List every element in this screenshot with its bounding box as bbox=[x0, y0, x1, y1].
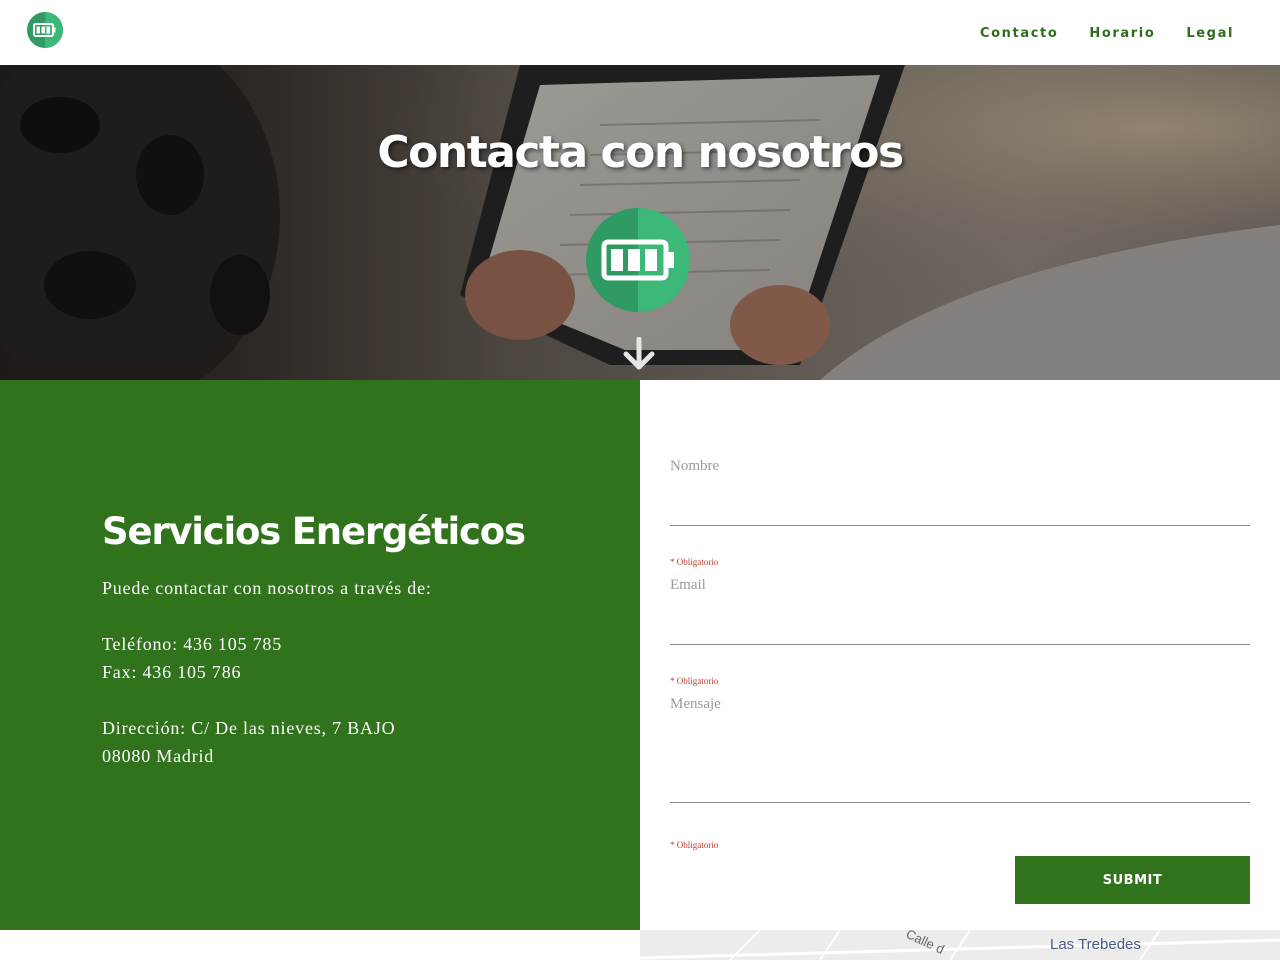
site-header: Contacto Horario Legal bbox=[0, 0, 1280, 65]
name-field[interactable] bbox=[670, 484, 1250, 526]
name-required-note: * Obligatorio bbox=[670, 557, 719, 567]
map-streets bbox=[640, 930, 1280, 960]
contact-intro: Puede contactar con nosotros a través de… bbox=[102, 578, 432, 598]
address-line: Dirección: C/ De las nieves, 7 BAJO bbox=[102, 718, 396, 738]
postal-city: 08080 Madrid bbox=[102, 746, 215, 766]
nav-contacto[interactable]: Contacto bbox=[980, 26, 1058, 41]
arrow-down-icon[interactable] bbox=[622, 337, 656, 371]
hero-title: Contacta con nosotros bbox=[377, 127, 904, 178]
nav-legal[interactable]: Legal bbox=[1186, 26, 1234, 41]
battery-icon bbox=[586, 208, 690, 312]
contact-info-panel: Servicios Energéticos Puede contactar co… bbox=[0, 380, 640, 930]
hero-banner: Contacta con nosotros bbox=[0, 65, 1280, 380]
nav-horario[interactable]: Horario bbox=[1089, 26, 1155, 41]
fax-number: Fax: 436 105 786 bbox=[102, 662, 242, 682]
email-label: Email bbox=[670, 577, 706, 593]
message-required-note: * Obligatorio bbox=[670, 840, 719, 850]
email-field[interactable] bbox=[670, 603, 1250, 645]
map-strip: Calle d Las Trebedes bbox=[0, 930, 1280, 960]
contact-form: Nombre * Obligatorio Email * Obligatorio… bbox=[640, 380, 1280, 930]
message-field[interactable] bbox=[670, 722, 1250, 803]
main-nav: Contacto Horario Legal bbox=[980, 26, 1234, 41]
submit-button[interactable]: SUBMIT bbox=[1015, 856, 1250, 904]
phone-number: Teléfono: 436 105 785 bbox=[102, 634, 283, 654]
message-label: Mensaje bbox=[670, 696, 721, 712]
map-place-label: Las Trebedes bbox=[1050, 936, 1141, 953]
email-required-note: * Obligatorio bbox=[670, 676, 719, 686]
battery-icon[interactable] bbox=[27, 12, 63, 48]
map[interactable]: Calle d Las Trebedes bbox=[640, 930, 1280, 960]
name-label: Nombre bbox=[670, 458, 720, 474]
company-heading: Servicios Energéticos bbox=[102, 510, 526, 553]
